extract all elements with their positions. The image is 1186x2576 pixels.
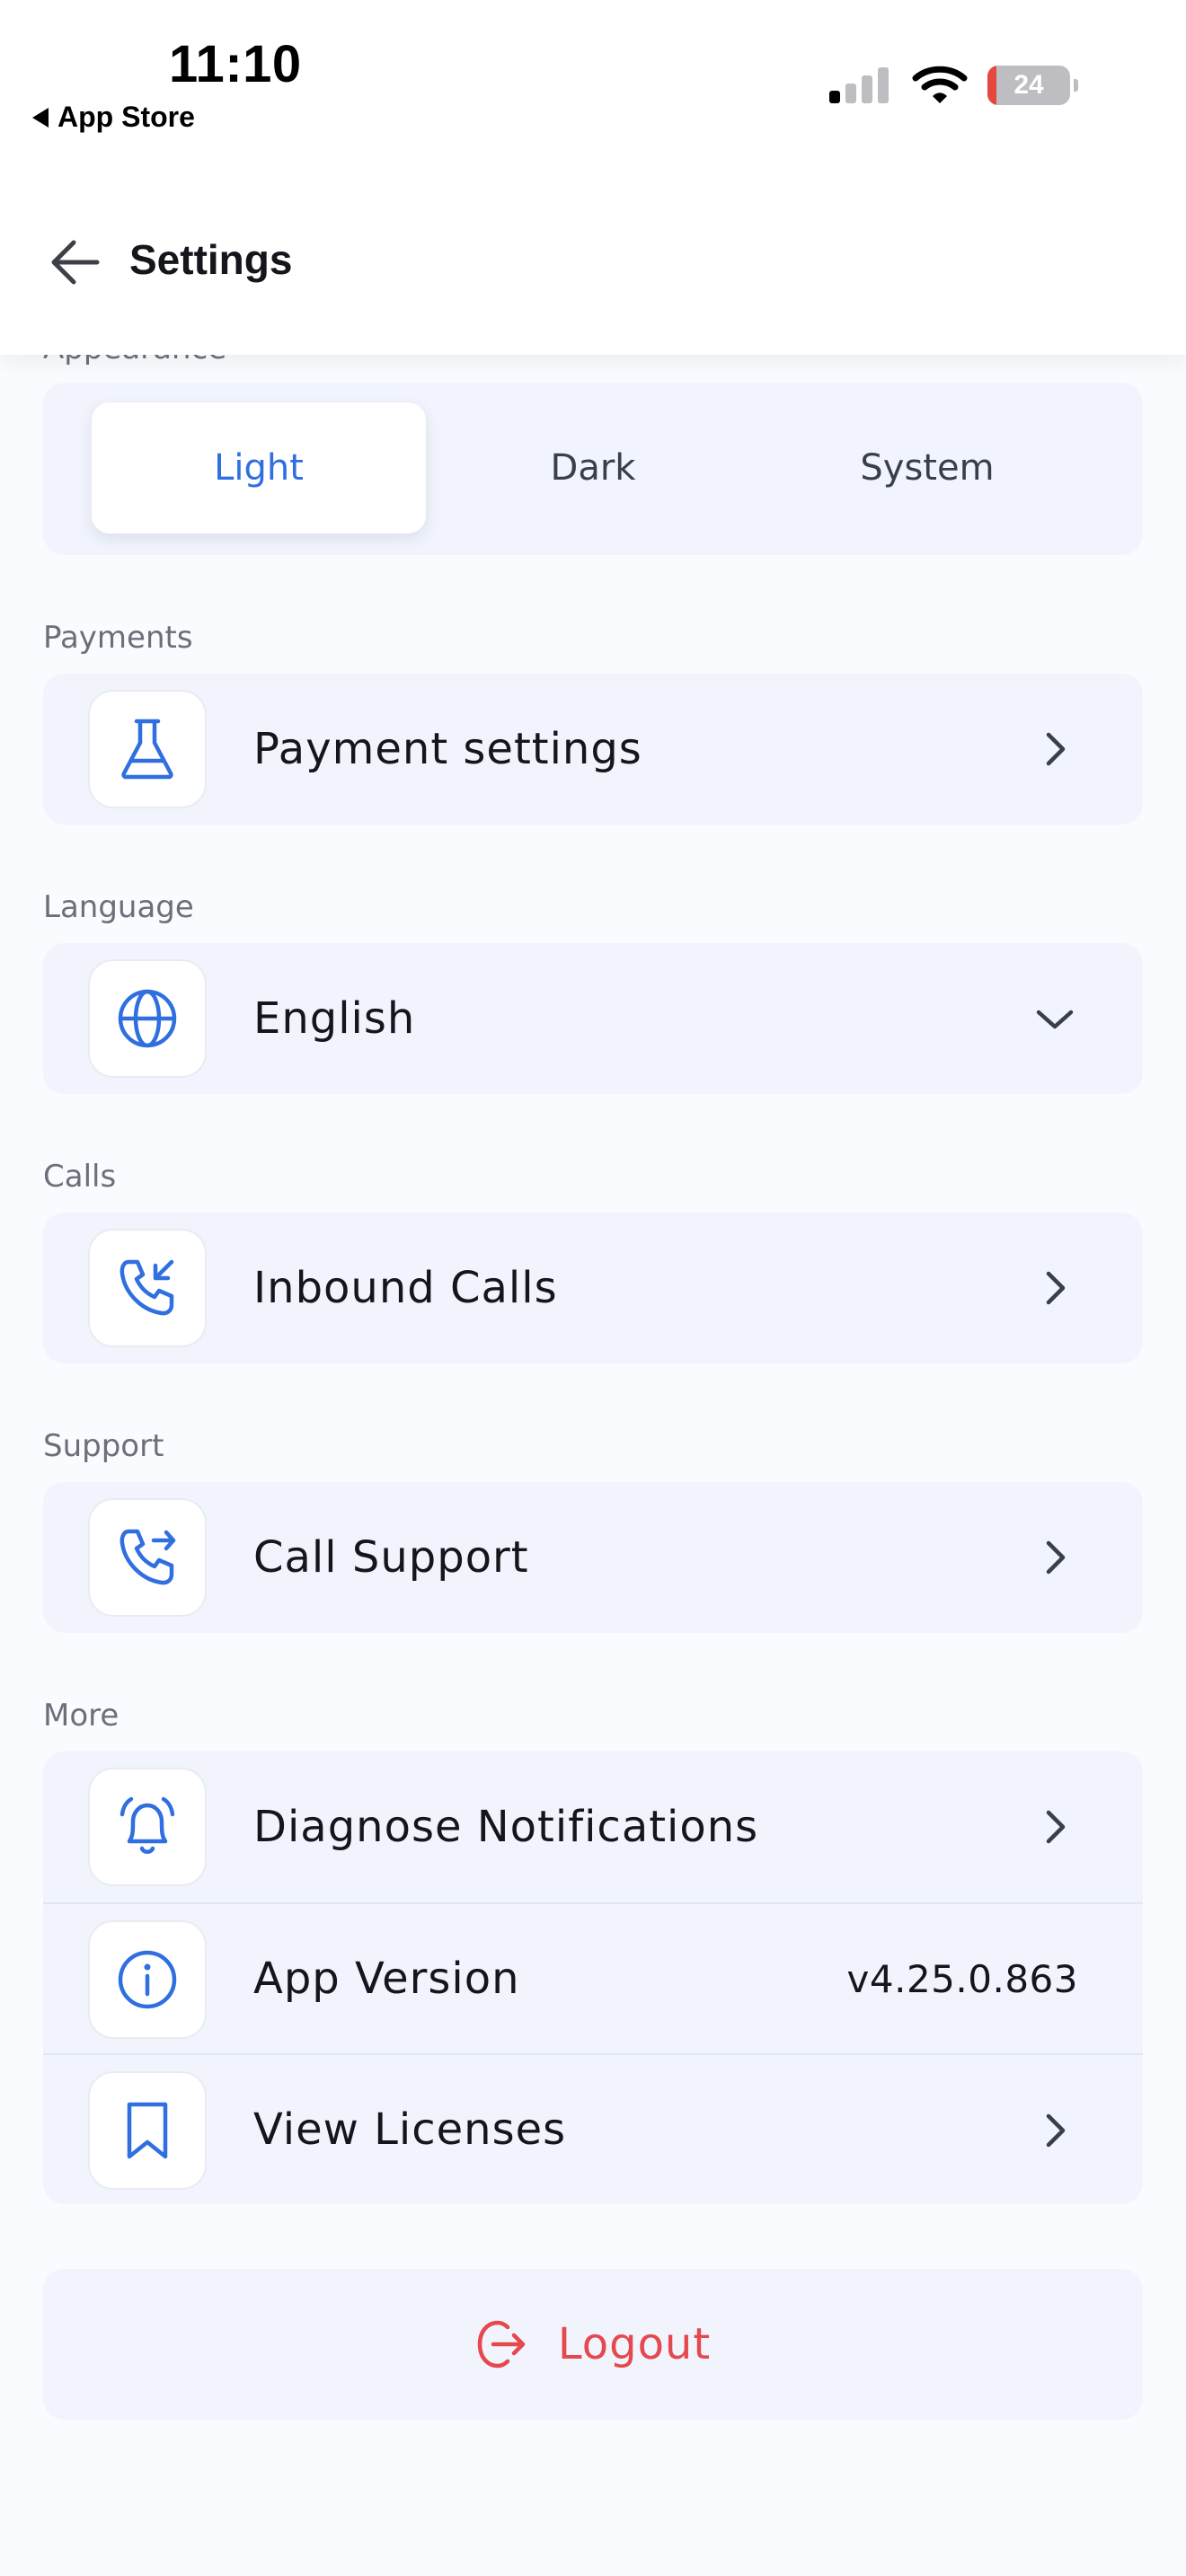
payments-section-label: Payments bbox=[43, 620, 193, 656]
chevron-right-icon bbox=[1030, 2105, 1080, 2156]
more-card: Diagnose Notifications App Version v4.25… bbox=[43, 1751, 1143, 2204]
calls-card: Inbound Calls bbox=[43, 1213, 1143, 1363]
status-time: 11:10 bbox=[169, 35, 302, 93]
phone-incoming-icon bbox=[119, 1259, 174, 1316]
support-card: Call Support bbox=[43, 1482, 1143, 1633]
chevron-right-icon bbox=[1030, 1802, 1080, 1852]
payment-settings-row[interactable]: Payment settings bbox=[43, 674, 1143, 825]
header: Settings bbox=[0, 216, 1186, 305]
payments-card: Payment settings bbox=[43, 674, 1143, 825]
chevron-right-icon bbox=[1030, 724, 1080, 774]
call-support-row[interactable]: Call Support bbox=[43, 1482, 1143, 1633]
globe-icon bbox=[118, 989, 177, 1048]
call-support-icon-box bbox=[88, 1498, 207, 1617]
status-icons: 24 bbox=[828, 65, 1078, 106]
app-version-icon-box bbox=[88, 1920, 207, 2039]
top-bar: 11:10 App Store 24 Settings bbox=[0, 0, 1186, 355]
arrow-left-icon bbox=[51, 240, 100, 285]
chevron-right-icon bbox=[1030, 1532, 1080, 1583]
more-section-label: More bbox=[43, 1698, 119, 1734]
back-triangle-icon bbox=[32, 107, 49, 128]
chevron-right-icon bbox=[1030, 1263, 1080, 1313]
logout-icon bbox=[477, 2320, 526, 2369]
language-section-label: Language bbox=[43, 889, 194, 925]
inbound-calls-icon-box bbox=[88, 1229, 207, 1347]
app-version-row: App Version v4.25.0.863 bbox=[43, 1902, 1143, 2053]
calls-section-label: Calls bbox=[43, 1159, 117, 1195]
wifi-icon bbox=[912, 66, 968, 103]
bell-ringing-icon bbox=[119, 1796, 175, 1854]
view-licenses-row[interactable]: View Licenses bbox=[43, 2053, 1143, 2204]
notifications-icon-box bbox=[88, 1768, 207, 1886]
support-section-label: Support bbox=[43, 1428, 164, 1464]
logout-label: Logout bbox=[557, 2319, 712, 2369]
appearance-option-light[interactable]: Light bbox=[92, 402, 426, 534]
diagnose-notifications-label: Diagnose Notifications bbox=[253, 1802, 759, 1852]
language-value: English bbox=[253, 993, 416, 1044]
logout-button[interactable]: Logout bbox=[43, 2269, 1143, 2420]
inbound-calls-label: Inbound Calls bbox=[253, 1263, 558, 1313]
diagnose-notifications-row[interactable]: Diagnose Notifications bbox=[43, 1751, 1143, 1902]
payment-settings-label: Payment settings bbox=[253, 724, 642, 774]
back-button[interactable] bbox=[43, 234, 108, 291]
battery-level: 24 bbox=[1013, 70, 1044, 100]
back-to-app-store[interactable]: App Store bbox=[32, 101, 195, 134]
page-title: Settings bbox=[129, 236, 293, 283]
cellular-signal-icon bbox=[829, 67, 889, 103]
info-icon bbox=[118, 1950, 177, 2009]
appearance-option-system[interactable]: System bbox=[760, 402, 1094, 534]
payment-icon-box bbox=[88, 690, 207, 808]
view-licenses-label: View Licenses bbox=[253, 2104, 567, 2155]
language-select-row[interactable]: English bbox=[43, 943, 1143, 1094]
inbound-calls-row[interactable]: Inbound Calls bbox=[43, 1213, 1143, 1363]
app-version-label: App Version bbox=[253, 1954, 520, 2004]
battery-tip bbox=[1074, 79, 1078, 92]
language-icon-box bbox=[88, 959, 207, 1078]
call-support-label: Call Support bbox=[253, 1532, 529, 1583]
bookmark-icon bbox=[127, 2102, 168, 2159]
app-version-value: v4.25.0.863 bbox=[846, 1956, 1078, 2001]
appearance-segmented-control: Light Dark System bbox=[43, 383, 1143, 555]
battery-icon: 24 bbox=[987, 66, 1070, 105]
licenses-icon-box bbox=[88, 2071, 207, 2190]
flask-icon bbox=[121, 719, 173, 780]
phone-outgoing-icon bbox=[119, 1529, 176, 1585]
appearance-option-dark[interactable]: Dark bbox=[426, 402, 760, 534]
language-card: English bbox=[43, 943, 1143, 1094]
chevron-down-icon bbox=[1030, 993, 1080, 1044]
back-app-label: App Store bbox=[58, 101, 195, 133]
